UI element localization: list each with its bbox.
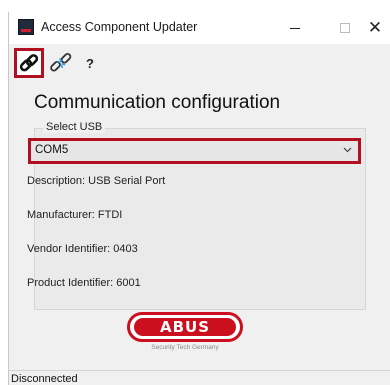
connect-button[interactable] — [14, 48, 44, 78]
toolbar: ? — [9, 44, 390, 84]
status-bar: Disconnected — [9, 370, 390, 385]
chevron-down-icon — [343, 147, 352, 153]
maximize-icon — [340, 23, 350, 33]
close-button[interactable]: ✕ — [355, 12, 390, 44]
manufacturer-text: Manufacturer: FTDI — [27, 209, 123, 221]
help-button[interactable]: ? — [79, 48, 101, 78]
close-icon: ✕ — [367, 18, 383, 37]
app-window: Access Component Updater ✕ ? Communicati… — [8, 12, 390, 385]
page-title: Communication configuration — [34, 92, 281, 113]
status-text: Disconnected — [11, 373, 78, 385]
minimize-icon — [290, 27, 300, 29]
link-icon — [19, 54, 39, 72]
usb-group: Select USB COM5 Description: USB Serial … — [27, 121, 366, 310]
vendor-id-text: Vendor Identifier: 0403 — [27, 243, 138, 255]
description-text: Description: USB Serial Port — [27, 175, 166, 187]
title-bar[interactable]: Access Component Updater ✕ — [9, 12, 390, 44]
usb-group-legend: Select USB — [43, 121, 106, 133]
product-id-text: Product Identifier: 6001 — [27, 277, 141, 289]
usb-port-select[interactable]: COM5 — [28, 138, 361, 164]
app-icon — [18, 19, 34, 35]
minimize-button[interactable] — [275, 12, 315, 44]
logo-tagline: Security Tech Germany — [151, 344, 219, 351]
broken-link-icon — [50, 52, 72, 72]
abus-logo: ABUS Security Tech Germany — [127, 312, 247, 358]
logo-brand-text: ABUS — [159, 318, 211, 336]
usb-port-value: COM5 — [35, 144, 69, 156]
window-title: Access Component Updater — [41, 20, 198, 34]
disconnect-button[interactable] — [46, 48, 76, 78]
